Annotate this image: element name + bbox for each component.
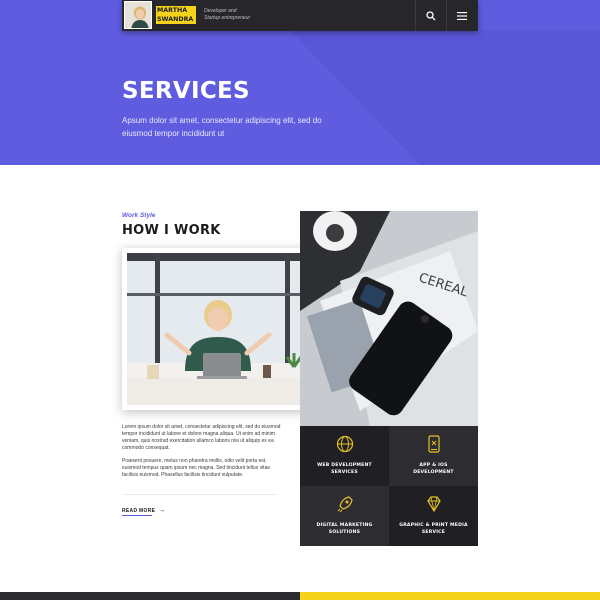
avatar[interactable] bbox=[124, 1, 152, 29]
globe-code-icon bbox=[336, 435, 353, 453]
services-grid: WEB DEVELOPMENT SERVICES APP & IOS DEVEL… bbox=[300, 426, 478, 546]
service-card-web-development[interactable]: WEB DEVELOPMENT SERVICES bbox=[300, 426, 389, 486]
logo-tagline-line1: Developer and bbox=[204, 8, 237, 14]
service-card-app-development[interactable]: APP & IOS DEVELOPMENT bbox=[389, 426, 478, 486]
rocket-icon bbox=[337, 496, 353, 513]
logo-tagline: Developer and Startup entrepreneur bbox=[204, 8, 250, 22]
logo-name-line2: SWANDRA bbox=[157, 16, 194, 23]
diamond-icon bbox=[426, 496, 441, 513]
logo-name[interactable]: MARTHA SWANDRA bbox=[156, 6, 196, 24]
search-button[interactable] bbox=[415, 0, 446, 31]
read-more-link[interactable]: READ MORE → bbox=[122, 507, 166, 514]
work-photo-frame bbox=[122, 248, 314, 410]
footer-bar-yellow bbox=[300, 592, 600, 600]
section-title: HOW I WORK bbox=[122, 223, 221, 238]
read-more-label: READ MORE bbox=[122, 507, 156, 514]
hamburger-menu-icon bbox=[457, 11, 467, 20]
phone-and-watch-on-magazine-image: CEREAL bbox=[300, 211, 478, 426]
service-label-graphic-print: GRAPHIC & PRINT MEDIA SERVICE bbox=[399, 523, 468, 535]
work-photo bbox=[127, 253, 309, 405]
devices-photo: CEREAL bbox=[300, 211, 478, 426]
service-card-digital-marketing[interactable]: DIGITAL MARKETING SOLUTIONS bbox=[300, 486, 389, 546]
section-divider bbox=[122, 494, 278, 495]
avatar-portrait-image bbox=[125, 2, 151, 28]
woman-meditating-at-desk-image bbox=[127, 253, 309, 405]
footer-bar-dark bbox=[0, 592, 300, 600]
service-label-digital-marketing: DIGITAL MARKETING SOLUTIONS bbox=[316, 523, 373, 535]
logo-name-line1: MARTHA bbox=[157, 7, 188, 14]
mobile-app-icon bbox=[427, 435, 440, 453]
hero-description: Apsum dolor sit amet, consectetur adipis… bbox=[122, 116, 322, 138]
arrow-right-icon: → bbox=[158, 507, 166, 514]
work-paragraph-1: Lorem ipsum dolor sit amet, consectetur … bbox=[122, 424, 281, 451]
service-label-app-development: APP & IOS DEVELOPMENT bbox=[413, 463, 454, 475]
section-eyebrow: Work Style bbox=[122, 212, 156, 219]
service-card-graphic-print[interactable]: GRAPHIC & PRINT MEDIA SERVICE bbox=[389, 486, 478, 546]
menu-button[interactable] bbox=[446, 0, 477, 31]
work-paragraph-2: Praesent posuere, metus non pharetra mol… bbox=[122, 458, 271, 478]
search-icon bbox=[426, 10, 436, 20]
service-label-web-development: WEB DEVELOPMENT SERVICES bbox=[317, 463, 372, 475]
read-more-underline bbox=[122, 515, 152, 516]
page-title: SERVICES bbox=[122, 78, 250, 104]
site-header: MARTHA SWANDRA Developer and Startup ent… bbox=[122, 0, 478, 31]
logo-tagline-line2: Startup entrepreneur bbox=[204, 15, 251, 21]
